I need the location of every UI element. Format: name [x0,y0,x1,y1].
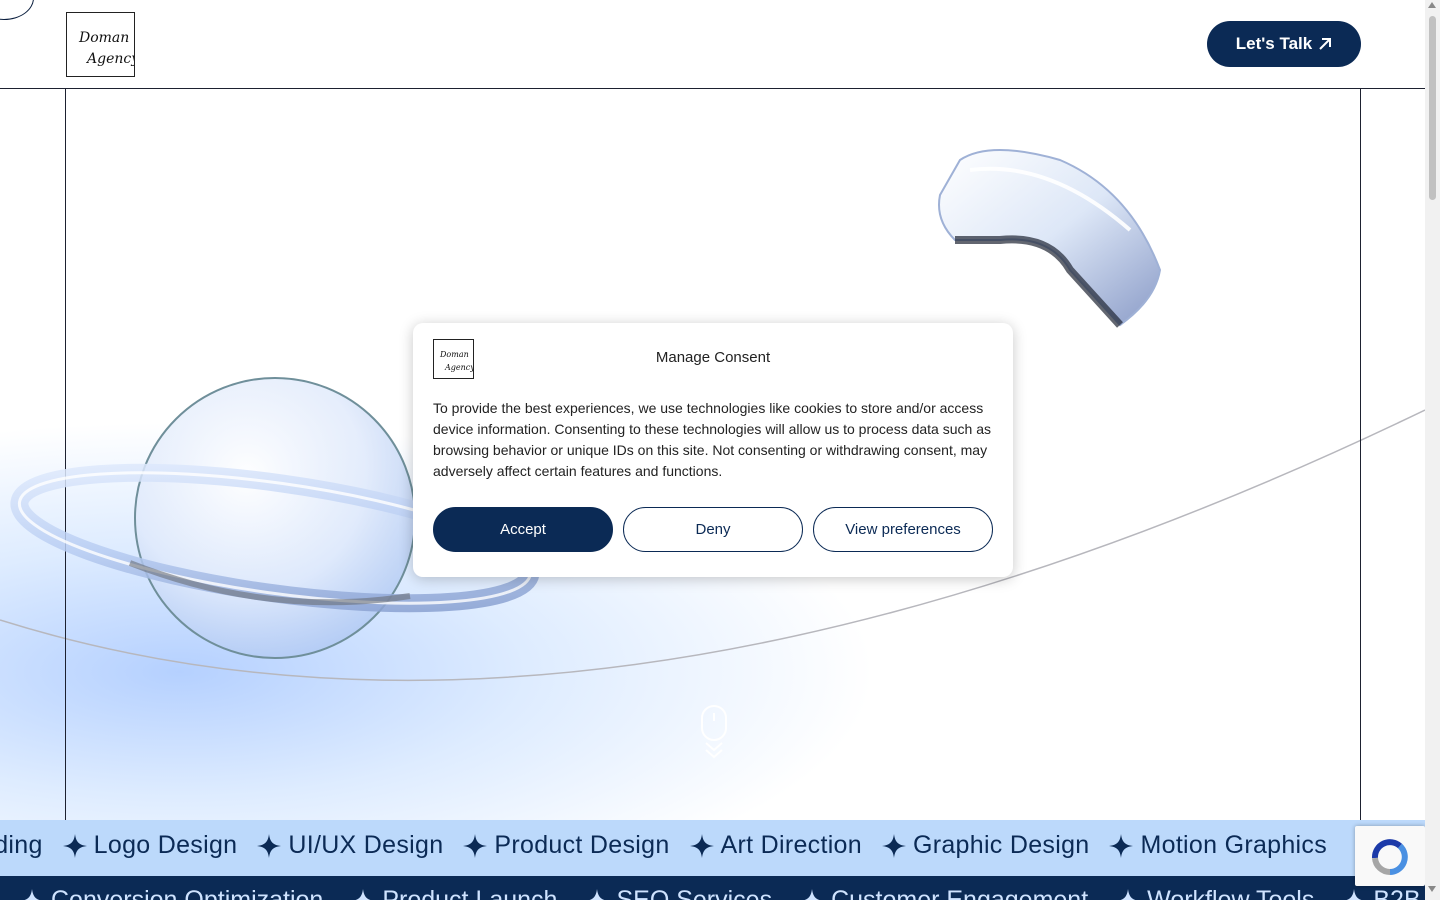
marquee-item: Logo Design [62,831,238,860]
marquee-item: Graphic Design [881,831,1090,860]
marquee-item-label: Graphic Design [912,831,1090,859]
site-header: Doman Agency Let's Talk [0,0,1425,89]
scrollbar-thumb[interactable] [1429,16,1436,200]
page: Doman Agency Let's Talk nding Logo Design… [0,0,1425,900]
marquee-item-label: Product Design [494,831,670,859]
logo-script-icon: Doman Agency [78,30,140,67]
marquee-item-label: B2B [1373,886,1421,900]
vertical-scrollbar[interactable] [1425,0,1440,900]
sparkle-star-icon [62,833,87,858]
logo-line1: Doman [78,30,129,46]
menu-circle-icon[interactable] [0,0,34,20]
lets-talk-button[interactable]: Let's Talk [1207,21,1361,67]
marquee-item-label: SEO Services [616,886,773,900]
marquee-item-label: Product Launch [382,886,558,900]
sparkle-star-icon [1109,833,1134,858]
arrow-up-right-icon [1319,38,1332,50]
marquee-item-label: Motion Graphics [1140,831,1328,859]
services-marquee-track: nding Logo Design UI/UX Design Product Desi… [0,831,1347,860]
sparkle-star-icon [1119,888,1138,900]
services-marquee: nding Logo Design UI/UX Design Product Desi… [0,820,1425,876]
marquee-item-label: Customer Engagement [831,886,1089,900]
marquee-item: nding [0,831,43,860]
sparkle-star-icon [802,888,822,900]
consent-title: Manage Consent [655,349,771,366]
brand-logo[interactable]: Doman Agency [66,12,140,77]
marquee-item: B2B [1342,886,1421,900]
marquee-item: Conversion Optimization [20,886,323,900]
logo-line2: Agency [85,51,134,67]
recaptcha-icon [1372,839,1408,876]
marquee-item: SEO Services [585,886,772,900]
sparkle-star-icon [1345,888,1364,900]
marquee-item: Customer Engagement [800,886,1088,900]
marquee-item-label: nding [0,831,43,859]
marquee-item: Product Design [463,831,669,860]
marquee-item: Product Launch [351,886,557,900]
sparkle-star-icon [354,888,373,900]
frame-right-line [1360,88,1361,820]
sparkle-star-icon [588,888,607,900]
marquee-item-label: Art Direction [720,831,862,859]
marquee-item: Workflow Tools [1116,886,1314,900]
marquee-item-label: Conversion Optimization [51,886,324,900]
sparkle-star-icon [257,833,282,858]
services-marquee-secondary-track: Conversion Optimization Product Launch SEO… [20,886,1425,900]
deny-button[interactable]: Deny [623,507,803,552]
services-marquee-secondary: Conversion Optimization Product Launch SEO… [0,876,1425,900]
sparkle-star-icon [463,833,488,858]
recaptcha-badge[interactable] [1355,826,1425,886]
mouse-scroll-icon [701,705,727,759]
marquee-item-label: Logo Design [93,831,238,859]
sparkle-star-icon [689,833,714,858]
marquee-item: UI/UX Design [257,831,443,860]
marquee-item: Art Direction [689,831,862,860]
marquee-item-label: UI/UX Design [288,831,444,859]
consent-message: To provide the best experiences, we use … [433,400,991,479]
accept-button[interactable]: Accept [433,507,613,552]
marquee-item-label: Workflow Tools [1147,886,1315,900]
lets-talk-label: Let's Talk [1235,34,1313,53]
glass-bracket-graphic [938,149,1162,328]
view-preferences-button[interactable]: View preferences [813,507,993,552]
scroll-up-arrow-icon[interactable] [1428,2,1436,8]
sparkle-star-icon [881,833,906,858]
scroll-down-arrow-icon[interactable] [1428,886,1436,892]
marquee-item: Motion Graphics [1109,831,1327,860]
consent-dialog: Doman Agency Manage Consent To provide t… [413,323,1013,577]
sparkle-star-icon [22,888,42,900]
